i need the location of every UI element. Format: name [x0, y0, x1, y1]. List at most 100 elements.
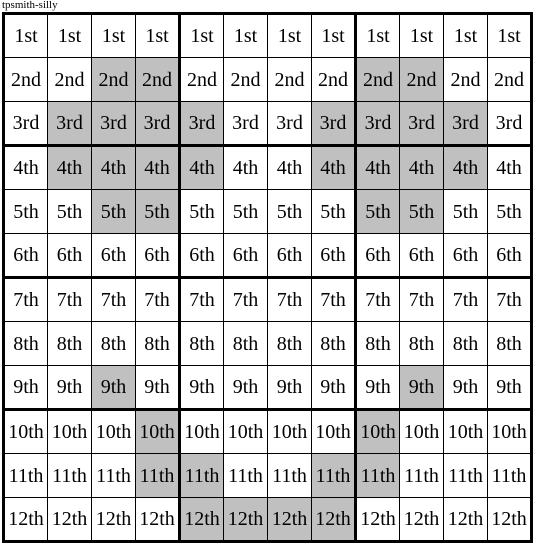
grid-cell[interactable]: 9th: [47, 365, 92, 411]
grid-cell[interactable]: 7th: [223, 276, 268, 322]
grid-cell[interactable]: 2nd: [311, 57, 357, 102]
grid-cell[interactable]: 12th: [91, 497, 136, 543]
grid-cell[interactable]: 4th: [223, 144, 268, 190]
grid-cell[interactable]: 4th: [267, 144, 312, 190]
grid-cell[interactable]: 6th: [135, 233, 181, 279]
grid-cell[interactable]: 5th: [135, 189, 181, 234]
grid-cell[interactable]: 4th: [354, 144, 400, 190]
grid-cell[interactable]: 9th: [223, 365, 268, 411]
grid-cell[interactable]: 6th: [354, 233, 400, 279]
grid-cell[interactable]: 6th: [443, 233, 488, 279]
grid-cell[interactable]: 1st: [223, 12, 268, 58]
grid-cell[interactable]: 8th: [354, 321, 400, 366]
grid-cell[interactable]: 12th: [2, 497, 48, 543]
grid-cell[interactable]: 1st: [267, 12, 312, 58]
grid-cell[interactable]: 4th: [91, 144, 136, 190]
grid-cell[interactable]: 6th: [178, 233, 224, 279]
grid-cell[interactable]: 3rd: [91, 101, 136, 147]
grid-cell[interactable]: 12th: [354, 497, 400, 543]
grid-cell[interactable]: 7th: [443, 276, 488, 322]
grid-cell[interactable]: 12th: [47, 497, 92, 543]
grid-cell[interactable]: 10th: [223, 408, 268, 454]
grid-cell[interactable]: 11th: [47, 453, 92, 498]
grid-cell[interactable]: 4th: [47, 144, 92, 190]
grid-cell[interactable]: 2nd: [91, 57, 136, 102]
grid-cell[interactable]: 3rd: [399, 101, 444, 147]
grid-cell[interactable]: 9th: [487, 365, 533, 411]
grid-cell[interactable]: 6th: [47, 233, 92, 279]
grid-cell[interactable]: 11th: [267, 453, 312, 498]
grid-cell[interactable]: 2nd: [399, 57, 444, 102]
grid-cell[interactable]: 11th: [399, 453, 444, 498]
grid-cell[interactable]: 12th: [223, 497, 268, 543]
grid-cell[interactable]: 3rd: [223, 101, 268, 147]
grid-cell[interactable]: 1st: [135, 12, 181, 58]
grid-cell[interactable]: 8th: [223, 321, 268, 366]
grid-cell[interactable]: 10th: [47, 408, 92, 454]
grid-cell[interactable]: 1st: [47, 12, 92, 58]
grid-cell[interactable]: 5th: [354, 189, 400, 234]
grid-cell[interactable]: 4th: [487, 144, 533, 190]
grid-cell[interactable]: 12th: [487, 497, 533, 543]
grid-cell[interactable]: 12th: [267, 497, 312, 543]
grid-cell[interactable]: 1st: [443, 12, 488, 58]
grid-cell[interactable]: 4th: [399, 144, 444, 190]
grid-cell[interactable]: 11th: [311, 453, 357, 498]
grid-cell[interactable]: 2nd: [267, 57, 312, 102]
grid-cell[interactable]: 9th: [443, 365, 488, 411]
grid-cell[interactable]: 1st: [178, 12, 224, 58]
grid-cell[interactable]: 6th: [2, 233, 48, 279]
grid-cell[interactable]: 11th: [91, 453, 136, 498]
grid-cell[interactable]: 7th: [311, 276, 357, 322]
grid-cell[interactable]: 1st: [91, 12, 136, 58]
grid-cell[interactable]: 1st: [2, 12, 48, 58]
grid-cell[interactable]: 7th: [2, 276, 48, 322]
grid-cell[interactable]: 12th: [135, 497, 181, 543]
grid-cell[interactable]: 3rd: [354, 101, 400, 147]
grid-cell[interactable]: 8th: [91, 321, 136, 366]
grid-cell[interactable]: 12th: [178, 497, 224, 543]
grid-cell[interactable]: 6th: [311, 233, 357, 279]
grid-cell[interactable]: 6th: [487, 233, 533, 279]
grid-cell[interactable]: 5th: [311, 189, 357, 234]
grid-cell[interactable]: 8th: [178, 321, 224, 366]
grid-cell[interactable]: 1st: [487, 12, 533, 58]
grid-cell[interactable]: 9th: [354, 365, 400, 411]
grid-cell[interactable]: 3rd: [2, 101, 48, 147]
grid-cell[interactable]: 3rd: [47, 101, 92, 147]
grid-cell[interactable]: 10th: [267, 408, 312, 454]
grid-cell[interactable]: 10th: [2, 408, 48, 454]
grid-cell[interactable]: 7th: [399, 276, 444, 322]
grid-cell[interactable]: 7th: [354, 276, 400, 322]
grid-cell[interactable]: 8th: [267, 321, 312, 366]
grid-cell[interactable]: 7th: [178, 276, 224, 322]
grid-cell[interactable]: 3rd: [311, 101, 357, 147]
grid-cell[interactable]: 2nd: [354, 57, 400, 102]
grid-cell[interactable]: 9th: [399, 365, 444, 411]
grid-cell[interactable]: 5th: [267, 189, 312, 234]
grid-cell[interactable]: 5th: [487, 189, 533, 234]
grid-cell[interactable]: 3rd: [267, 101, 312, 147]
grid-cell[interactable]: 9th: [178, 365, 224, 411]
grid-cell[interactable]: 2nd: [178, 57, 224, 102]
grid-cell[interactable]: 9th: [267, 365, 312, 411]
grid-cell[interactable]: 8th: [311, 321, 357, 366]
grid-cell[interactable]: 5th: [443, 189, 488, 234]
grid-cell[interactable]: 2nd: [2, 57, 48, 102]
grid-cell[interactable]: 11th: [223, 453, 268, 498]
grid-cell[interactable]: 4th: [178, 144, 224, 190]
grid-cell[interactable]: 7th: [135, 276, 181, 322]
grid-cell[interactable]: 8th: [135, 321, 181, 366]
grid-cell[interactable]: 5th: [47, 189, 92, 234]
grid-cell[interactable]: 10th: [399, 408, 444, 454]
grid-cell[interactable]: 7th: [267, 276, 312, 322]
grid-cell[interactable]: 6th: [223, 233, 268, 279]
grid-cell[interactable]: 1st: [354, 12, 400, 58]
grid-cell[interactable]: 7th: [91, 276, 136, 322]
grid-cell[interactable]: 1st: [399, 12, 444, 58]
grid-cell[interactable]: 5th: [91, 189, 136, 234]
grid-cell[interactable]: 10th: [91, 408, 136, 454]
grid-cell[interactable]: 6th: [91, 233, 136, 279]
grid-cell[interactable]: 3rd: [443, 101, 488, 147]
grid-cell[interactable]: 1st: [311, 12, 357, 58]
